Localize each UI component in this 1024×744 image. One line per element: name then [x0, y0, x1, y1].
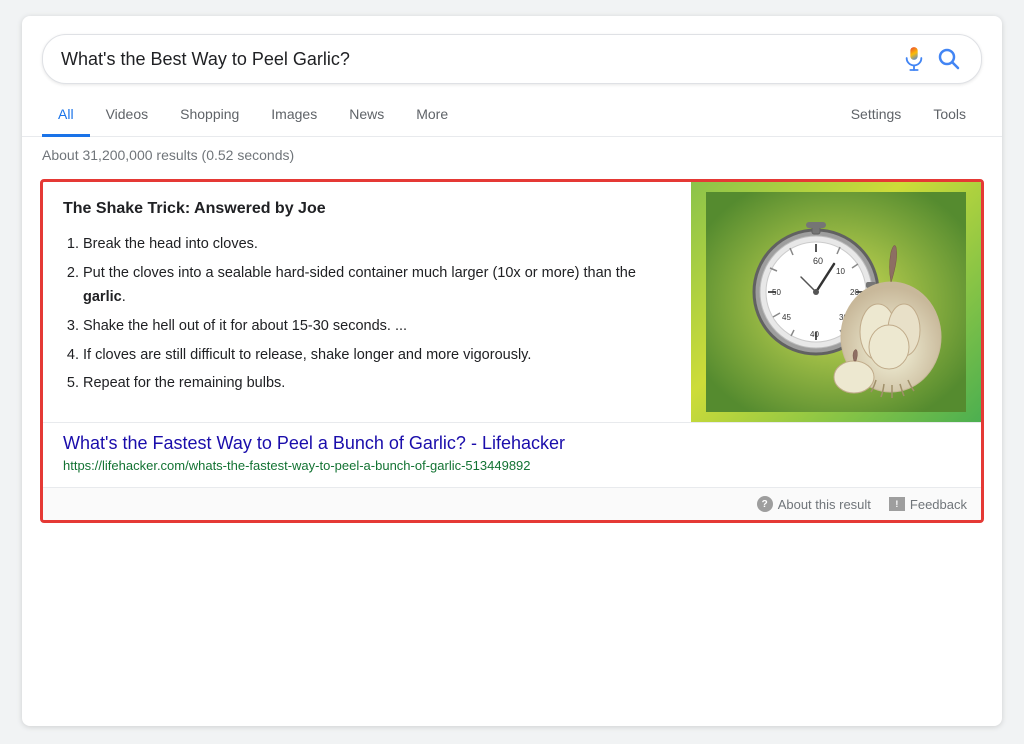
nav-tabs: All Videos Shopping Images News More Set… — [22, 94, 1002, 137]
svg-text:40: 40 — [810, 330, 819, 339]
featured-link-title[interactable]: What's the Fastest Way to Peel a Bunch o… — [63, 433, 961, 454]
featured-link-url: https://lifehacker.com/whats-the-fastest… — [63, 458, 961, 473]
about-result-action[interactable]: ? About this result — [757, 496, 871, 512]
list-item: Shake the hell out of it for about 15-30… — [83, 314, 671, 339]
featured-snippet-box: The Shake Trick: Answered by Joe Break t… — [40, 179, 984, 523]
search-results-page: All Videos Shopping Images News More Set… — [22, 16, 1002, 726]
search-input[interactable] — [61, 49, 893, 70]
feedback-action[interactable]: ! Feedback — [889, 497, 967, 512]
tab-more[interactable]: More — [400, 94, 464, 137]
search-button[interactable] — [935, 45, 963, 73]
tab-videos[interactable]: Videos — [90, 94, 165, 137]
about-result-label: About this result — [778, 497, 871, 512]
about-icon: ? — [757, 496, 773, 512]
featured-content: The Shake Trick: Answered by Joe Break t… — [43, 182, 981, 422]
svg-text:50: 50 — [772, 288, 781, 297]
tab-settings[interactable]: Settings — [835, 94, 918, 137]
feedback-label: Feedback — [910, 497, 967, 512]
svg-text:45: 45 — [782, 313, 791, 322]
tab-tools[interactable]: Tools — [917, 94, 982, 137]
tab-images[interactable]: Images — [255, 94, 333, 137]
featured-link-area: What's the Fastest Way to Peel a Bunch o… — [43, 422, 981, 487]
feedback-icon: ! — [889, 497, 905, 511]
featured-footer: ? About this result ! Feedback — [43, 487, 981, 520]
featured-image: 60 10 20 30 40 45 50 — [691, 182, 981, 422]
list-item: Repeat for the remaining bulbs. — [83, 371, 671, 396]
tab-news[interactable]: News — [333, 94, 400, 137]
svg-text:10: 10 — [836, 267, 845, 276]
list-item: Put the cloves into a sealable hard-side… — [83, 261, 671, 310]
featured-title: The Shake Trick: Answered by Joe — [63, 200, 671, 218]
microphone-icon[interactable] — [903, 46, 925, 72]
results-count: About 31,200,000 results (0.52 seconds) — [22, 137, 1002, 171]
featured-text-area: The Shake Trick: Answered by Joe Break t… — [43, 182, 691, 422]
tab-shopping[interactable]: Shopping — [164, 94, 255, 137]
svg-text:60: 60 — [813, 256, 823, 266]
tab-all[interactable]: All — [42, 94, 90, 137]
search-bar-row — [22, 16, 1002, 94]
featured-steps-list: Break the head into cloves. Put the clov… — [83, 232, 671, 396]
garlic-illustration: 60 10 20 30 40 45 50 — [691, 182, 981, 422]
list-item: If cloves are still difficult to release… — [83, 343, 671, 368]
list-item: Break the head into cloves. — [83, 232, 671, 257]
search-box — [42, 34, 982, 84]
